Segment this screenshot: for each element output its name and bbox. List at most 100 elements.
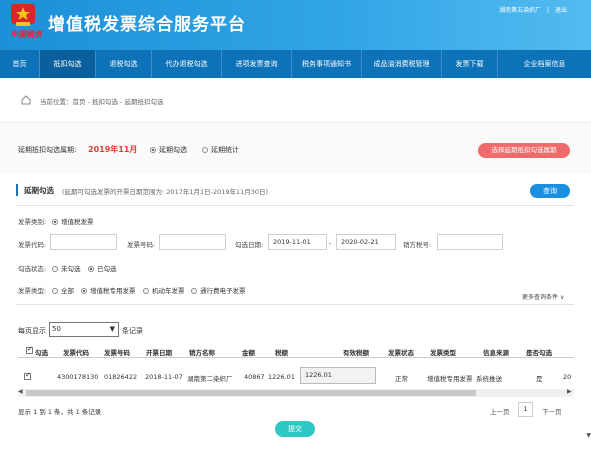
radio-button[interactable] [88, 266, 94, 272]
radio-button[interactable] [150, 147, 156, 153]
col-date: 开票日期 [146, 349, 172, 357]
query-button[interactable]: 查询 [530, 184, 570, 198]
radio-unchecked[interactable]: 未勾选 [52, 263, 81, 273]
valid-tax-input[interactable]: 1226.01 [300, 367, 376, 384]
col-valid-tax: 有效税额 [343, 349, 369, 357]
per-page-label: 每页显示 [18, 327, 46, 335]
radio-type-special-vat[interactable]: 增值税专用发票 [81, 285, 136, 295]
cell-number: 01826422 [104, 373, 138, 381]
date-from-input[interactable]: 2019-11-01 [268, 234, 327, 250]
divider [16, 304, 574, 305]
check-date-label: 勾选日期: [235, 241, 264, 249]
breadcrumb: 当前位置：首页 - 抵扣勾选 - 延期抵扣勾选 [40, 98, 164, 106]
radio-button[interactable] [52, 266, 58, 272]
submit-button[interactable]: 提交 [275, 421, 315, 437]
radio-checked[interactable]: 已勾选 [88, 263, 117, 273]
nav-item-agent-refund[interactable]: 代办退税勾选 [152, 50, 222, 78]
col-amount: 金额 [242, 349, 255, 357]
radio-label: 通行费电子发票 [200, 287, 246, 295]
separator: | [547, 7, 550, 14]
scroll-left-icon[interactable]: ◀ [18, 388, 23, 395]
double-chevron-down-icon: ∨ [559, 294, 565, 301]
invoice-category-label: 发票类别: [18, 218, 47, 226]
seller-tax-label: 销方税号: [403, 241, 432, 249]
cell-overflow: 20 [563, 373, 572, 381]
invoice-code-input[interactable] [50, 234, 117, 250]
radio-delay-stats[interactable]: 延期统计 [202, 145, 239, 155]
section-title: 延期勾选 [24, 186, 54, 195]
horizontal-scrollbar[interactable] [18, 389, 574, 397]
radio-button[interactable] [81, 288, 87, 294]
radio-label: 已勾选 [97, 265, 117, 273]
row-checkbox[interactable] [24, 371, 31, 380]
radio-button[interactable] [191, 288, 197, 294]
divider [16, 205, 574, 206]
col-source: 信息来源 [483, 349, 509, 357]
col-tax: 税额 [275, 349, 288, 357]
radio-label: 增值税专用发票 [90, 287, 136, 295]
prev-page-button[interactable]: 上一页 [490, 406, 510, 416]
scroll-down-icon[interactable]: ▼ [586, 432, 591, 439]
period-label: 延期抵扣勾选属期: [18, 146, 77, 154]
col-code: 发票代码 [63, 349, 89, 357]
radio-type-toll[interactable]: 通行费电子发票 [191, 285, 246, 295]
cell-code: 4300178130 [57, 373, 99, 381]
invoice-code-label: 发票代码: [18, 241, 47, 249]
site-header: 中国税务 增值税发票综合服务平台 湖南第五染织厂 | 退出 [0, 0, 591, 50]
section-note: (延期可勾选发票的开票日期范围为: 2017年1月1日-2019年11月30日) [62, 188, 269, 196]
radio-type-vehicle[interactable]: 机动车发票 [143, 285, 185, 295]
nav-item-tax-notice[interactable]: 税务事项通知书 [292, 50, 362, 78]
radio-button[interactable] [202, 147, 208, 153]
radio-vat-invoice[interactable]: 增值税发票 [52, 216, 94, 226]
select-all-checkbox[interactable] [26, 345, 33, 354]
tax-brand-logo: 中国税务 [10, 29, 42, 39]
invoice-number-input[interactable] [159, 234, 226, 250]
radio-label: 延期勾选 [159, 146, 187, 154]
next-page-button[interactable]: 下一页 [542, 406, 562, 416]
scroll-right-icon[interactable]: ▶ [567, 388, 572, 395]
cell-source: 系统推送 [476, 375, 502, 383]
nav-item-input-invoice-query[interactable]: 进项发票查询 [222, 50, 292, 78]
more-conditions-toggle[interactable]: 更多查询条件 ∨ [522, 292, 564, 301]
page-number-button[interactable]: 1 [518, 402, 533, 417]
cell-type: 增值税专用发票 [427, 375, 473, 383]
radio-button[interactable] [52, 288, 58, 294]
nav-item-enterprise-profile[interactable]: 企业档案信息 [498, 50, 591, 78]
radio-button[interactable] [52, 219, 58, 225]
scrollbar-thumb[interactable] [26, 390, 476, 396]
cell-seller: 湖南第二染织厂 [187, 375, 233, 383]
per-page-select[interactable]: 50 ▼ [49, 322, 119, 337]
col-number: 发票号码 [104, 349, 130, 357]
col-status: 发票状态 [388, 349, 414, 357]
radio-label: 增值税发票 [61, 218, 94, 226]
site-title: 增值税发票综合服务平台 [48, 15, 246, 35]
nav-item-oil-tax[interactable]: 成品油消费税管理 [362, 50, 442, 78]
seller-tax-input[interactable] [437, 234, 503, 250]
radio-delay-check[interactable]: 延期勾选 [150, 145, 187, 155]
logout-link[interactable]: 退出 [555, 7, 567, 14]
nav-item-home[interactable]: 首页 [0, 50, 40, 78]
chevron-down-icon: ▼ [109, 325, 115, 333]
radio-label: 延期统计 [211, 146, 239, 154]
radio-type-all[interactable]: 全部 [52, 285, 74, 295]
radio-button[interactable] [143, 288, 149, 294]
nav-item-invoice-download[interactable]: 发票下载 [442, 50, 498, 78]
select-period-button[interactable]: 选择延期抵扣勾选属期 [478, 143, 570, 158]
nav-item-deduction-check[interactable]: 抵扣勾选 [40, 50, 96, 78]
col-is-checked: 是否勾选 [526, 349, 552, 357]
cell-status: 正常 [395, 375, 408, 383]
col-check: 勾选 [35, 349, 48, 357]
date-to-input[interactable]: 2020-02-21 [336, 234, 396, 250]
per-page-value: 50 [52, 325, 61, 333]
col-seller: 销方名称 [189, 349, 215, 357]
page: 中国税务 增值税发票综合服务平台 湖南第五染织厂 | 退出 首页 抵扣勾选 退税… [0, 0, 591, 449]
cell-amount: 40867 [244, 373, 265, 381]
user-name[interactable]: 湖南第五染织厂 [499, 7, 541, 14]
invoice-type-label: 发票类型: [18, 287, 47, 295]
location-icon [21, 95, 31, 105]
cell-date: 2018-11-07 [145, 373, 183, 381]
nav-item-refund-check[interactable]: 退税勾选 [96, 50, 152, 78]
national-emblem-icon [11, 4, 35, 26]
date-separator: - [329, 239, 332, 247]
section-accent-bar [16, 184, 18, 196]
